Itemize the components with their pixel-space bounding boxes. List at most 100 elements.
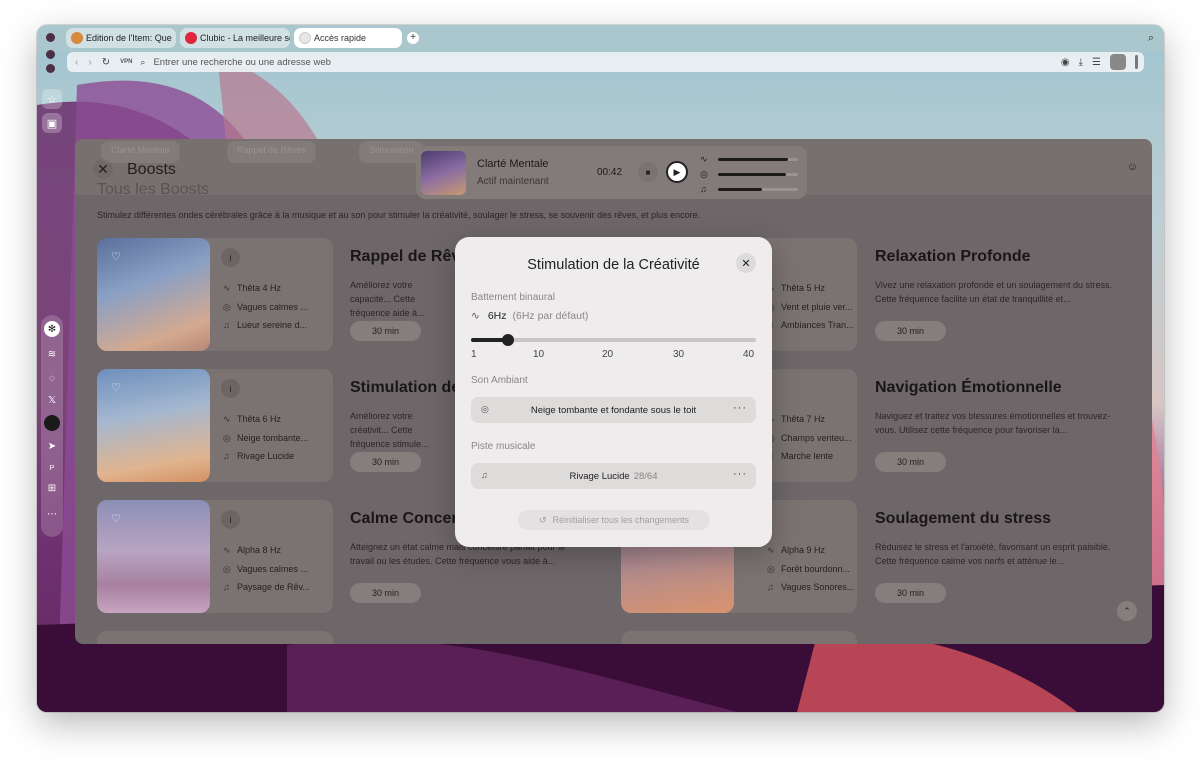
sidebar-dock: ✻ ≋ ◌ 𝕏 ➤ P ⊞ ⋯ (41, 315, 63, 537)
boost-ambient: Forêt bourdonn... (781, 564, 851, 574)
boost-title: Rappel de Rêv (350, 248, 461, 265)
boost-card[interactable]: ♡ i ∿ Alpha 8 Hz ◎ Vagues calmes ... ♫ Pays… (97, 500, 333, 613)
tab-label: Clubic - La meilleure so (200, 33, 290, 43)
reset-button[interactable]: ↺ Réinitialiser tous les changements (518, 510, 710, 530)
slider-tick: 40 (743, 349, 755, 360)
settings-sliders-icon[interactable]: ☰ (1092, 57, 1101, 68)
duration-button[interactable]: 30 min (875, 321, 946, 341)
duration-button[interactable]: 30 min (350, 583, 421, 603)
heart-icon[interactable]: ♡ (111, 512, 121, 525)
ambient-icon: ◎ (223, 564, 231, 574)
music-note-icon: ♫ (767, 582, 774, 592)
scroll-up-button[interactable]: ⌃ (1117, 601, 1137, 621)
ghost-chip: Stimulation (359, 141, 424, 163)
app-p-icon[interactable]: P (45, 461, 59, 475)
boost-frequency: Thêta 5 Hz (781, 283, 826, 293)
tab-clubic[interactable]: Clubic - La meilleure so (180, 28, 290, 48)
address-bar[interactable]: ‹ › ↻ VPN ⌕ Entrer une recherche ou une … (67, 52, 1144, 72)
now-playing-artwork (421, 151, 466, 195)
window-control-dot[interactable] (46, 50, 55, 59)
new-tab-button[interactable]: + (407, 32, 419, 44)
camera-icon[interactable]: ◉ (1061, 57, 1070, 68)
binaural-label: Battement binaural (471, 292, 555, 303)
boost-music: Marche lente (781, 451, 834, 461)
hz-default: (6Hz par défaut) (512, 310, 589, 322)
reload-icon[interactable]: ↻ (102, 57, 110, 68)
info-icon[interactable]: i (221, 510, 240, 529)
heart-icon[interactable]: ♡ (111, 381, 121, 394)
stop-button[interactable]: ■ (638, 162, 658, 182)
search-icon: ⌕ (140, 56, 146, 67)
heart-icon[interactable]: ♡ (111, 250, 121, 263)
close-icon[interactable]: ✕ (93, 159, 113, 179)
more-options-icon[interactable]: ··· (733, 468, 747, 480)
duration-button[interactable]: 30 min (350, 452, 421, 472)
vpn-badge[interactable]: VPN (120, 59, 132, 65)
close-icon[interactable]: ✕ (736, 253, 756, 273)
boosts-icon[interactable]: ✻ (44, 321, 60, 337)
music-count: 28/64 (633, 471, 658, 482)
x-icon[interactable]: 𝕏 (45, 393, 59, 407)
more-options-icon[interactable]: ··· (733, 402, 747, 414)
ambient-select[interactable]: ◎ Neige tombante et fondante sous le toi… (471, 397, 756, 423)
wave-icon[interactable]: ≋ (45, 347, 59, 361)
page-title: Boosts (127, 161, 176, 178)
star-icon[interactable]: ☆ (42, 89, 62, 109)
ambient-value: Neige tombante et fondante sous le toit (530, 405, 697, 416)
ambient-volume[interactable]: ◎ (700, 167, 798, 181)
wave-icon: ∿ (700, 153, 708, 164)
binaural-slider[interactable] (471, 334, 756, 346)
music-select[interactable]: ♫ Rivage Lucide 28/64 ··· (471, 463, 756, 489)
speed-dial-favicon-icon (299, 32, 311, 44)
duration-button[interactable]: 30 min (875, 583, 946, 603)
boost-card[interactable] (97, 631, 333, 644)
forward-icon[interactable]: › (88, 57, 91, 68)
reset-icon: ↺ (538, 514, 547, 525)
play-button[interactable]: ▶ (666, 161, 688, 183)
window-control-dot[interactable] (46, 64, 55, 73)
tab-label: Accès rapide (314, 33, 367, 43)
tab-acces-rapide[interactable]: Accès rapide (294, 28, 402, 48)
download-icon[interactable]: ⤓ (1079, 57, 1083, 68)
duration-button[interactable]: 30 min (350, 321, 421, 341)
boost-card[interactable]: ♡ i ∿ Thêta 6 Hz ◎ Neige tombante... ♫ Riva… (97, 369, 333, 482)
boost-music: Ambiances Tran... (781, 320, 854, 330)
window-control-dot[interactable] (46, 33, 55, 42)
boost-music: Vagues Sonores... (781, 582, 855, 592)
boost-music: Lueur sereine d... (237, 320, 308, 330)
address-input[interactable]: Entrer une recherche ou une adresse web (153, 57, 330, 68)
boost-title: Soulagement du stress (875, 510, 1052, 527)
more-icon[interactable]: ⋯ (45, 507, 59, 521)
boost-settings-modal: Stimulation de la Créativité ✕ Battement… (455, 237, 772, 547)
binaural-volume[interactable]: ∿ (700, 152, 798, 166)
tab-edition[interactable]: Edition de l'Item: Que (66, 28, 176, 48)
duration-button[interactable]: 30 min (875, 452, 946, 472)
tab-search-icon[interactable]: ⌕ (1148, 32, 1154, 45)
info-icon[interactable]: i (221, 248, 240, 267)
boost-card[interactable]: ♡ i ∿ Thêta 4 Hz ◎ Vagues calmes ... ♫ Lueu… (97, 238, 333, 351)
back-icon[interactable]: ‹ (75, 57, 78, 68)
slider-tick: 10 (533, 349, 545, 360)
music-note-icon: ♫ (700, 184, 707, 194)
info-icon[interactable]: i (221, 379, 240, 398)
avatar[interactable] (1110, 54, 1126, 70)
smile-icon[interactable]: ☺ (1127, 161, 1138, 173)
circle-app-icon[interactable] (44, 415, 60, 431)
grid-app-icon[interactable]: ⊞ (45, 481, 59, 495)
briefcase-icon[interactable]: ▣ (42, 113, 62, 133)
boost-description: Vivez une relaxation profonde et un soul… (875, 280, 1112, 304)
boost-ambient: Neige tombante... (237, 433, 309, 443)
send-icon[interactable]: ➤ (45, 439, 59, 453)
boost-card[interactable] (621, 631, 857, 644)
wave-icon: ∿ (223, 545, 231, 555)
sidebar-toggle-icon[interactable] (1135, 55, 1138, 69)
whatsapp-icon[interactable]: ◌ (45, 371, 59, 385)
boost-ambient: Vagues calmes ... (237, 302, 308, 312)
music-note-icon: ♫ (223, 582, 230, 592)
ambient-icon: ◎ (223, 302, 231, 312)
music-volume[interactable]: ♫ (700, 182, 798, 196)
boost-description: Améliorez votre créativit... Cette fréqu… (350, 411, 429, 449)
slider-handle[interactable] (501, 334, 514, 346)
boost-title: Navigation Émotionnelle (875, 379, 1062, 396)
boost-frequency: Thêta 4 Hz (237, 283, 282, 293)
